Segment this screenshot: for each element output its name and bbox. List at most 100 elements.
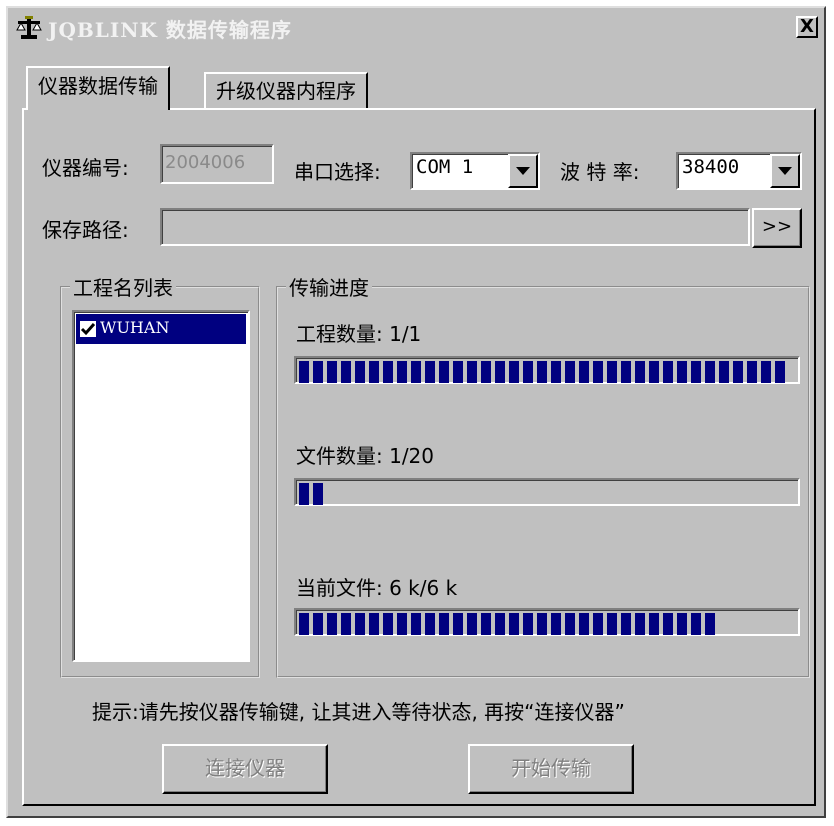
progress-block — [635, 613, 645, 635]
progress-block — [453, 613, 463, 635]
project-progress-bar — [294, 356, 800, 384]
progress-block — [733, 361, 743, 383]
progress-block — [313, 361, 323, 383]
progress-block — [705, 613, 715, 635]
progress-block — [649, 361, 659, 383]
instrument-no-field: 2004006 — [160, 144, 274, 184]
progress-block — [621, 361, 631, 383]
progress-block — [551, 361, 561, 383]
progress-block — [425, 361, 435, 383]
serial-port-select[interactable]: COM 1 — [410, 152, 540, 190]
project-list-title: 工程名列表 — [70, 272, 176, 301]
progress-title: 传输进度 — [286, 272, 372, 301]
progress-block — [579, 361, 589, 383]
main-window: JQBLINK 数据传输程序 X 仪器数据传输 升级仪器内程序 仪器编号: 20… — [6, 6, 826, 818]
file-progress-fill — [299, 483, 323, 505]
progress-block — [495, 613, 505, 635]
progress-block — [383, 361, 393, 383]
progress-block — [327, 613, 337, 635]
project-name: WUHAN — [100, 318, 170, 337]
progress-block — [299, 483, 309, 505]
progress-block — [719, 361, 729, 383]
progress-block — [775, 361, 785, 383]
progress-block — [355, 361, 365, 383]
save-path-field[interactable] — [160, 208, 750, 246]
connect-instrument-button[interactable]: 连接仪器 — [162, 744, 328, 794]
close-button[interactable]: X — [796, 16, 818, 38]
hint-text: 提示:请先按仪器传输键, 让其进入等待状态, 再按“连接仪器” — [92, 700, 625, 724]
progress-block — [663, 361, 673, 383]
progress-block — [397, 613, 407, 635]
baud-rate-dropdown-button[interactable] — [770, 154, 800, 188]
progress-block — [705, 361, 715, 383]
progress-block — [677, 361, 687, 383]
progress-block — [355, 613, 365, 635]
tab-instrument-transfer[interactable]: 仪器数据传输 — [26, 66, 170, 110]
progress-block — [607, 361, 617, 383]
progress-block — [621, 613, 631, 635]
progress-block — [593, 613, 603, 635]
progress-block — [439, 361, 449, 383]
progress-block — [537, 613, 547, 635]
progress-block — [509, 361, 519, 383]
instrument-no-label: 仪器编号: — [42, 156, 129, 180]
serial-port-label: 串口选择: — [294, 160, 381, 184]
chevron-down-icon — [516, 167, 530, 175]
progress-block — [495, 361, 505, 383]
list-item[interactable]: WUHAN — [76, 314, 246, 344]
checkbox[interactable] — [80, 321, 96, 337]
save-path-label: 保存路径: — [42, 218, 129, 242]
progress-block — [663, 613, 673, 635]
progress-block — [299, 613, 309, 635]
progress-block — [481, 361, 491, 383]
file-count-label: 文件数量: 1/20 — [296, 444, 435, 468]
baud-rate-select[interactable]: 38400 — [676, 152, 802, 190]
window-title: JQBLINK 数据传输程序 — [48, 18, 292, 42]
progress-block — [691, 361, 701, 383]
progress-block — [397, 361, 407, 383]
title-bar[interactable]: JQBLINK 数据传输程序 X — [10, 10, 822, 44]
browse-button[interactable]: >> — [752, 208, 802, 248]
baud-rate-value: 38400 — [682, 156, 740, 178]
progress-block — [579, 613, 589, 635]
chevron-down-icon — [778, 167, 792, 175]
tab-firmware-upgrade[interactable]: 升级仪器内程序 — [204, 72, 368, 110]
progress-block — [523, 361, 533, 383]
start-transfer-button[interactable]: 开始传输 — [468, 744, 634, 794]
progress-block — [761, 361, 771, 383]
progress-block — [467, 361, 477, 383]
progress-block — [509, 613, 519, 635]
serial-port-dropdown-button[interactable] — [508, 154, 538, 188]
progress-block — [369, 361, 379, 383]
serial-port-value: COM 1 — [416, 156, 474, 178]
progress-block — [383, 613, 393, 635]
progress-block — [467, 613, 477, 635]
progress-block — [691, 613, 701, 635]
progress-block — [635, 361, 645, 383]
progress-block — [565, 361, 575, 383]
progress-block — [411, 613, 421, 635]
progress-block — [481, 613, 491, 635]
progress-block — [747, 361, 757, 383]
current-file-label: 当前文件: 6 k/6 k — [296, 576, 458, 600]
progress-block — [537, 361, 547, 383]
progress-block — [341, 613, 351, 635]
progress-block — [551, 613, 561, 635]
progress-block — [327, 361, 337, 383]
checkmark-icon — [80, 323, 96, 336]
progress-block — [299, 361, 309, 383]
progress-block — [313, 483, 323, 505]
current-file-progress-fill — [299, 613, 715, 635]
progress-block — [607, 613, 617, 635]
progress-block — [593, 361, 603, 383]
progress-block — [677, 613, 687, 635]
progress-block — [453, 361, 463, 383]
progress-block — [341, 361, 351, 383]
progress-block — [411, 361, 421, 383]
project-listbox[interactable]: WUHAN — [72, 310, 250, 662]
scale-balance-icon — [16, 16, 42, 39]
file-progress-bar — [294, 478, 800, 506]
progress-block — [565, 613, 575, 635]
progress-block — [425, 613, 435, 635]
project-progress-fill — [299, 361, 785, 383]
